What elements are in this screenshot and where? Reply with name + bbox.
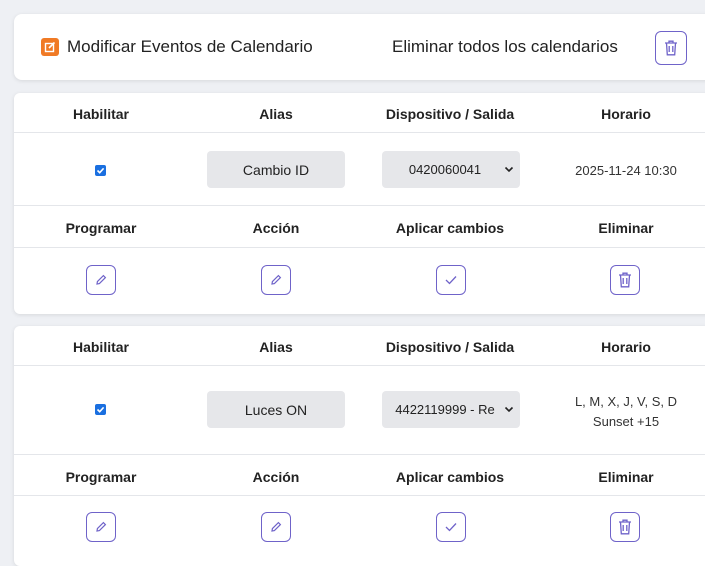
device-select[interactable]: 4422119999 - Re <box>382 391 520 428</box>
pencil-icon <box>96 521 107 532</box>
pencil-icon <box>271 521 282 532</box>
col-header-schedule: Horario <box>601 339 651 355</box>
schedule-days-text: L, M, X, J, V, S, D <box>574 394 678 409</box>
pencil-icon <box>96 274 107 285</box>
device-select[interactable]: 0420060041 <box>382 151 520 188</box>
col-header-alias: Alias <box>259 339 293 355</box>
trash-icon <box>619 519 631 535</box>
alias-input[interactable]: Luces ON <box>207 391 345 428</box>
col-header-alias: Alias <box>259 106 293 122</box>
check-icon <box>445 523 457 532</box>
col-header-delete: Eliminar <box>598 220 654 236</box>
col-header-apply: Aplicar cambios <box>395 469 505 485</box>
col-header-program: Programar <box>65 220 137 236</box>
col-header-device: Dispositivo / Salida <box>385 339 515 355</box>
apply-changes-button[interactable] <box>436 512 466 542</box>
delete-all-button[interactable] <box>655 31 687 65</box>
header-bar: Modificar Eventos de Calendario Eliminar… <box>14 14 705 80</box>
delete-button[interactable] <box>610 265 640 295</box>
col-header-enable: Habilitar <box>72 339 129 355</box>
col-header-device: Dispositivo / Salida <box>385 106 515 122</box>
trash-icon <box>619 272 631 288</box>
delete-button[interactable] <box>610 512 640 542</box>
edit-square-icon <box>41 38 59 56</box>
col-header-delete: Eliminar <box>598 469 654 485</box>
schedule-text: 2025-11-24 10:30 <box>575 163 677 178</box>
enable-checkbox[interactable] <box>95 165 106 176</box>
event-card-1: Habilitar Alias Dispositivo / Salida Hor… <box>14 93 705 314</box>
apply-changes-button[interactable] <box>436 265 466 295</box>
enable-checkbox[interactable] <box>95 404 106 415</box>
device-select-value: 0420060041 <box>408 162 482 177</box>
action-button[interactable] <box>261 512 291 542</box>
col-header-enable: Habilitar <box>72 106 129 122</box>
col-header-action: Acción <box>252 469 300 485</box>
device-select-value: 4422119999 - Re <box>395 402 495 417</box>
check-icon <box>445 276 457 285</box>
col-header-program: Programar <box>65 469 137 485</box>
col-header-schedule: Horario <box>601 106 651 122</box>
schedule-sunset-text: Sunset +15 <box>592 414 660 429</box>
event-card-2: Habilitar Alias Dispositivo / Salida Hor… <box>14 326 705 566</box>
delete-all-calendars-label[interactable]: Eliminar todos los calendarios <box>392 37 618 57</box>
col-header-action: Acción <box>252 220 300 236</box>
alias-input[interactable]: Cambio ID <box>207 151 345 188</box>
page-title: Modificar Eventos de Calendario <box>67 37 313 56</box>
program-button[interactable] <box>86 265 116 295</box>
program-button[interactable] <box>86 512 116 542</box>
action-button[interactable] <box>261 265 291 295</box>
col-header-apply: Aplicar cambios <box>395 220 505 236</box>
pencil-icon <box>271 274 282 285</box>
chevron-down-icon <box>498 406 520 413</box>
trash-icon <box>665 40 677 56</box>
chevron-down-icon <box>498 166 520 173</box>
